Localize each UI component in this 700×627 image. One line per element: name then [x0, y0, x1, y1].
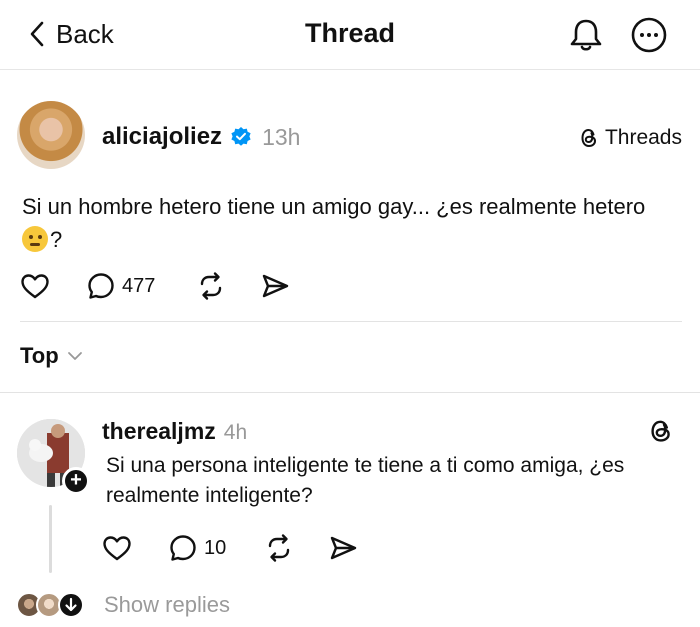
threads-logo-icon[interactable] — [648, 418, 674, 444]
post-author-row: aliciajoliez 13h — [102, 123, 300, 151]
send-icon — [330, 536, 357, 560]
verified-badge-icon — [231, 127, 251, 146]
follow-button[interactable]: + — [62, 467, 90, 495]
reply-timestamp: 4h — [223, 421, 248, 444]
reply-item: + therealjmz 4h Si una persona inteligen… — [0, 393, 700, 627]
reply-author-row: therealjmz 4h — [102, 418, 247, 445]
post-body: Si un hombre hetero tiene un amigo gay..… — [22, 190, 682, 256]
heart-icon — [103, 536, 131, 561]
top-bar: Back Thread — [0, 0, 700, 70]
threads-source-label: Threads — [604, 126, 682, 149]
share-button[interactable] — [260, 271, 290, 301]
comment-count: 10 — [204, 536, 227, 559]
show-replies-label: Show replies — [104, 592, 230, 617]
sort-label: Top — [20, 343, 59, 368]
show-replies-button[interactable]: Show replies — [16, 590, 230, 620]
reply-body: Si una persona inteligente te tiene a ti… — [106, 454, 625, 507]
sort-dropdown[interactable]: Top — [20, 343, 83, 369]
divider — [20, 321, 682, 322]
post-text-suffix: ? — [50, 227, 63, 252]
comment-count: 477 — [122, 274, 156, 297]
post-author-name[interactable]: aliciajoliez — [102, 123, 222, 151]
more-options-icon[interactable] — [630, 16, 668, 54]
chevron-down-icon — [67, 352, 82, 360]
threads-source-link[interactable]: Threads — [579, 126, 682, 150]
repost-icon — [268, 534, 290, 562]
reply-avatars-stack — [16, 591, 88, 619]
reply-author-name[interactable]: therealjmz — [102, 418, 216, 445]
like-button[interactable] — [102, 533, 132, 563]
threads-logo-icon — [581, 128, 596, 148]
thread-connector-line — [49, 505, 52, 573]
comment-icon — [170, 535, 196, 561]
expand-replies-badge — [58, 592, 84, 618]
arrow-down-icon — [65, 597, 77, 612]
comment-icon — [88, 273, 114, 299]
share-button[interactable] — [328, 533, 358, 563]
send-icon — [262, 274, 289, 298]
comment-button[interactable]: 10 — [168, 533, 226, 563]
post-timestamp: 13h — [262, 123, 301, 150]
heart-icon — [21, 274, 49, 299]
bell-icon[interactable] — [566, 15, 606, 55]
post-text: Si un hombre hetero tiene un amigo gay..… — [22, 194, 646, 219]
thinking-face-emoji — [22, 226, 48, 252]
like-button[interactable] — [20, 271, 50, 301]
repost-button[interactable] — [196, 271, 226, 301]
main-post: aliciajoliez 13h Threads Si un hombre he… — [0, 71, 700, 321]
repost-button[interactable] — [264, 533, 294, 563]
author-avatar[interactable] — [17, 101, 85, 169]
repost-icon — [200, 272, 222, 300]
comment-button[interactable]: 477 — [86, 271, 155, 301]
